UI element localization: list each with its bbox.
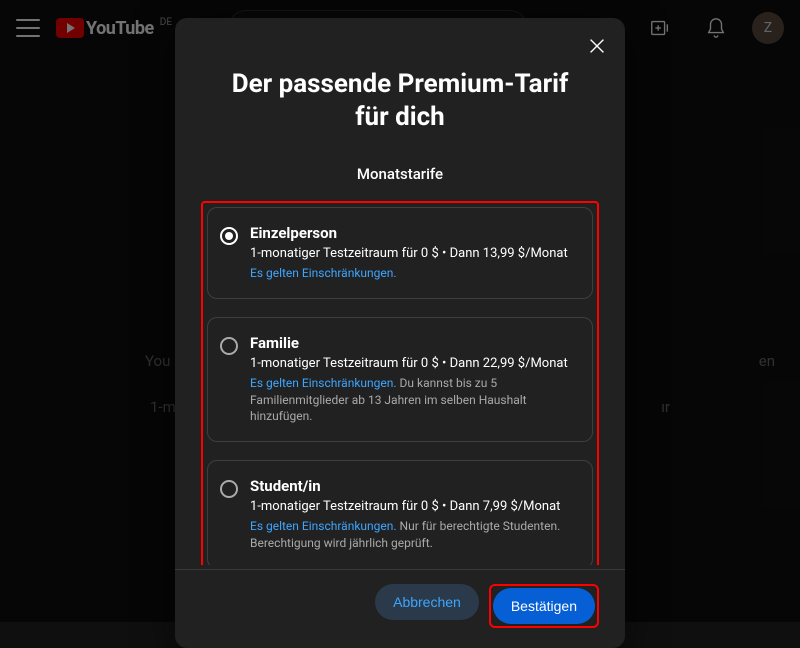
plan-option-familie[interactable]: Familie 1-monatiger Testzeitraum für 0 $… xyxy=(207,317,593,442)
plan-fineprint: Es gelten Einschränkungen. Du kannst bis… xyxy=(250,375,576,425)
modal-overlay: Der passende Premium-Tarif für dich Mona… xyxy=(0,0,800,622)
plan-body: Familie 1-monatiger Testzeitraum für 0 $… xyxy=(250,334,576,425)
cancel-button[interactable]: Abbrechen xyxy=(375,584,479,620)
confirm-highlight: Bestätigen xyxy=(489,584,599,628)
plans-highlight: Einzelperson 1-monatiger Testzeitraum fü… xyxy=(201,201,599,565)
plan-price: 1-monatiger Testzeitraum für 0 $ • Dann … xyxy=(250,246,576,261)
plan-fineprint: Es gelten Einschränkungen. Nur für berec… xyxy=(250,518,576,552)
plan-name: Familie xyxy=(250,334,576,352)
modal-title: Der passende Premium-Tarif für dich xyxy=(175,34,625,137)
modal-subheading: Monatstarife xyxy=(201,165,599,183)
close-icon[interactable] xyxy=(583,32,611,60)
plan-option-einzelperson[interactable]: Einzelperson 1-monatiger Testzeitraum fü… xyxy=(207,207,593,299)
confirm-button[interactable]: Bestätigen xyxy=(493,588,595,624)
plan-price: 1-monatiger Testzeitraum für 0 $ • Dann … xyxy=(250,499,576,514)
plan-price: 1-monatiger Testzeitraum für 0 $ • Dann … xyxy=(250,356,576,371)
restrictions-link[interactable]: Es gelten Einschränkungen. xyxy=(250,376,397,390)
restrictions-link[interactable]: Es gelten Einschränkungen. xyxy=(250,519,397,533)
plan-fineprint: Es gelten Einschränkungen. xyxy=(250,265,576,282)
radio-icon[interactable] xyxy=(220,337,238,355)
radio-icon[interactable] xyxy=(220,227,238,245)
plan-name: Student/in xyxy=(250,477,576,495)
plan-name: Einzelperson xyxy=(250,224,576,242)
premium-plan-modal: Der passende Premium-Tarif für dich Mona… xyxy=(175,18,625,648)
restrictions-link[interactable]: Es gelten Einschränkungen. xyxy=(250,266,397,280)
radio-icon[interactable] xyxy=(220,480,238,498)
plan-body: Einzelperson 1-monatiger Testzeitraum fü… xyxy=(250,224,576,282)
plan-body: Student/in 1-monatiger Testzeitraum für … xyxy=(250,477,576,552)
modal-scroll[interactable]: Monatstarife Einzelperson 1-monatiger Te… xyxy=(175,145,625,565)
plan-option-student[interactable]: Student/in 1-monatiger Testzeitraum für … xyxy=(207,460,593,565)
modal-footer: Abbrechen Bestätigen xyxy=(175,569,625,628)
